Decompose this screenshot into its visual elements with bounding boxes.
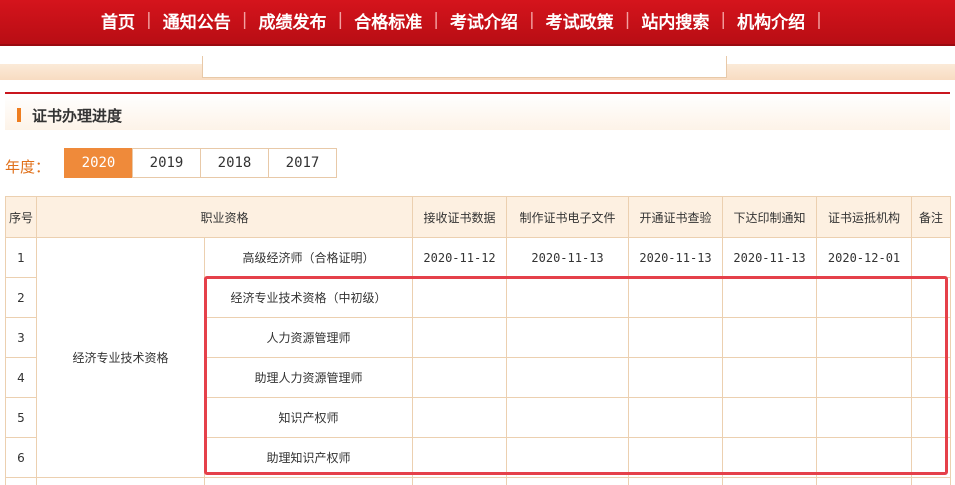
nav-scores[interactable]: 成绩发布 [247,8,337,33]
top-nav-bar: 首页 | 通知公告 | 成绩发布 | 合格标准 | 考试介绍 | 考试政策 | … [0,0,955,46]
cell-opened [628,357,724,398]
cell-seq: 5 [5,397,37,438]
cell-empty [816,477,913,485]
section-title: 证书办理进度 [32,107,123,125]
cell-issued [722,357,818,398]
table-row-partial [5,477,952,485]
cell-qualification: 人力资源管理师 [203,317,414,358]
table-row: 1 经济专业技术资格 高级经济师（合格证明） 2020-11-12 2020-1… [5,237,952,478]
cell-arrived [816,397,913,438]
col-header-issued: 下达印制通知 [722,196,818,238]
cell-arrived [816,317,913,358]
cell-qualification: 助理知识产权师 [203,437,414,478]
year-tabs: 2020 2019 2018 2017 [64,148,337,178]
cell-opened [628,397,724,438]
cell-opened [628,437,724,478]
cell-empty [5,477,37,485]
certificate-progress-table: 序号 职业资格 接收证书数据 制作证书电子文件 开通证书查验 下达印制通知 证书… [5,196,952,485]
cell-opened [628,277,724,318]
section-header: 证书办理进度 [5,92,950,130]
nav-exam-intro[interactable]: 考试介绍 [439,8,529,33]
cell-qualification: 助理人力资源管理师 [203,357,414,398]
section-marker-icon [17,108,21,122]
cell-seq: 3 [5,317,37,358]
cell-group-label: 经济专业技术资格 [36,237,205,478]
cell-seq: 1 [5,237,37,278]
nav-about[interactable]: 机构介绍 [726,8,816,33]
col-header-seq: 序号 [5,196,37,238]
nav-pass-standards[interactable]: 合格标准 [343,8,433,33]
year-tab-2018[interactable]: 2018 [200,148,269,178]
table-header-row: 序号 职业资格 接收证书数据 制作证书电子文件 开通证书查验 下达印制通知 证书… [5,196,952,238]
cell-note [911,357,952,398]
cell-note [911,397,952,438]
cell-received [412,277,508,318]
col-header-made: 制作证书电子文件 [506,196,630,238]
cell-note [911,277,952,318]
cell-arrived: 2020-12-01 [816,237,913,278]
cell-arrived [816,437,913,478]
year-tab-2020[interactable]: 2020 [64,148,133,178]
cell-seq: 2 [5,277,37,318]
cell-made [506,357,630,398]
cell-issued [722,277,818,318]
cell-made [506,277,630,318]
year-tab-2017[interactable]: 2017 [268,148,337,178]
cell-received [412,397,508,438]
cell-issued [722,317,818,358]
cell-qualification: 经济专业技术资格（中初级） [203,277,414,318]
cell-made [506,317,630,358]
nav-site-search[interactable]: 站内搜索 [630,8,720,33]
cell-seq: 4 [5,357,37,398]
cell-note [911,237,952,278]
cell-made [506,437,630,478]
col-header-note: 备注 [911,196,952,238]
cell-empty [911,477,952,485]
cell-received [412,437,508,478]
cell-arrived [816,357,913,398]
cell-received [412,357,508,398]
cell-arrived [816,277,913,318]
cell-empty [628,477,724,485]
nav-list: 首页 | 通知公告 | 成绩发布 | 合格标准 | 考试介绍 | 考试政策 | … [90,0,822,40]
nav-exam-policy[interactable]: 考试政策 [535,8,625,33]
cell-qualification: 高级经济师（合格证明） [203,237,414,278]
cell-seq: 6 [5,437,37,478]
cell-empty [412,477,508,485]
col-header-opened: 开通证书查验 [628,196,724,238]
cell-received [412,317,508,358]
cell-issued [722,397,818,438]
col-header-qualification: 职业资格 [35,196,414,238]
cell-note [911,437,952,478]
cell-empty [36,477,205,485]
nav-home[interactable]: 首页 [90,8,146,33]
cell-opened: 2020-11-13 [628,237,724,278]
cell-issued: 2020-11-13 [722,237,818,278]
cell-empty [203,477,414,485]
col-header-received: 接收证书数据 [412,196,508,238]
year-tab-2019[interactable]: 2019 [132,148,201,178]
cell-made: 2020-11-13 [506,237,630,278]
cell-received: 2020-11-12 [412,237,508,278]
cell-empty [722,477,818,485]
cell-empty [506,477,630,485]
cell-note [911,317,952,358]
cell-opened [628,317,724,358]
cell-qualification: 知识产权师 [203,397,414,438]
col-header-arrived: 证书运抵机构 [816,196,913,238]
cell-made [506,397,630,438]
year-label: 年度： [5,158,51,176]
decorative-tab-notch [202,56,727,78]
nav-notices[interactable]: 通知公告 [152,8,242,33]
cell-issued [722,437,818,478]
nav-separator: | [816,10,822,30]
